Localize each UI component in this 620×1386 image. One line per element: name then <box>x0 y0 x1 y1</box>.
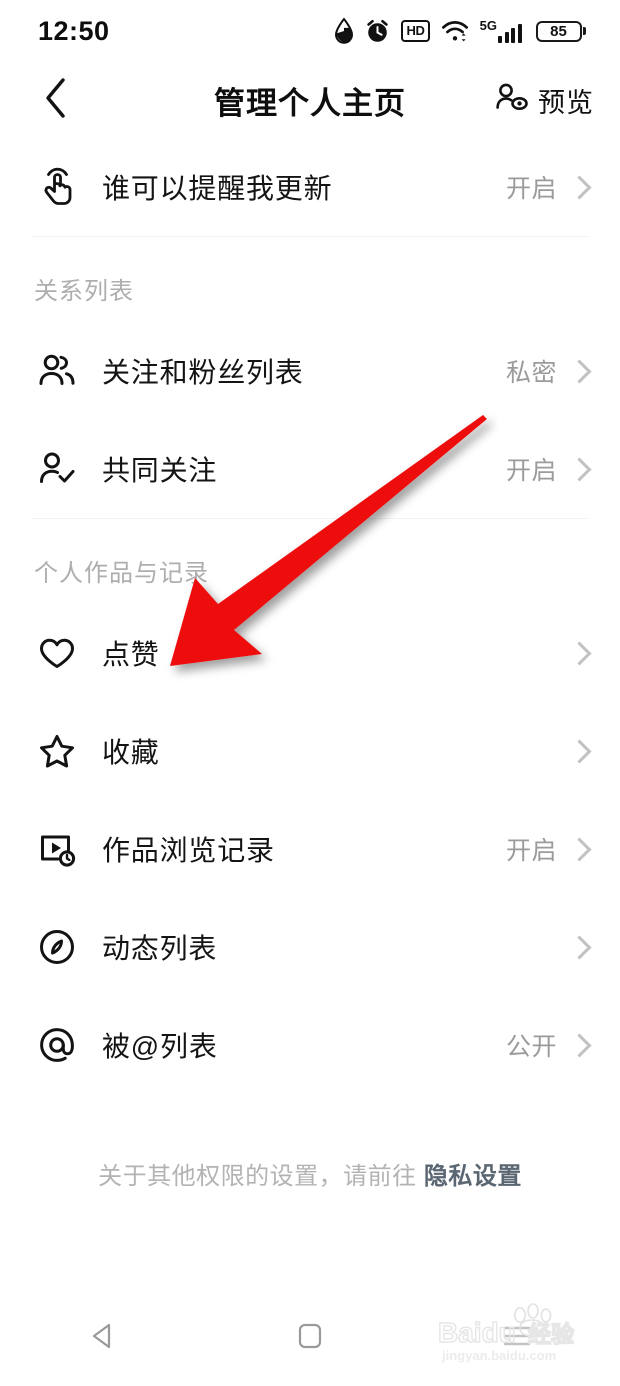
section-title-personal-works: 个人作品与记录 <box>34 560 209 587</box>
phone-screen: 12:50 HD 5G 85 管理个人主页 预览 谁可以提醒我更新 开启 关系列… <box>0 0 620 1386</box>
status-bar: 12:50 HD 5G 85 <box>0 0 620 62</box>
chevron-right-icon <box>567 1032 592 1058</box>
preview-button[interactable]: 预览 <box>495 81 594 120</box>
row-value: 开启 <box>505 457 557 485</box>
nav-home-button[interactable] <box>207 1290 414 1386</box>
android-navigation-bar <box>0 1290 620 1386</box>
chevron-right-icon <box>567 174 592 200</box>
app-bar: 管理个人主页 预览 <box>0 62 620 138</box>
nav-recents-button[interactable] <box>413 1290 620 1386</box>
row-label: 被@列表 <box>102 1031 218 1062</box>
wifi-icon <box>441 19 469 43</box>
status-bar-icons: HD 5G 85 <box>334 18 586 44</box>
chevron-right-icon <box>567 738 592 764</box>
cellular-signal-icon: 5G <box>480 19 522 43</box>
row-favorites[interactable]: 收藏 <box>0 702 620 800</box>
row-who-can-remind-me-to-update[interactable]: 谁可以提醒我更新 开启 <box>0 138 620 236</box>
alarm-clock-icon <box>365 19 390 44</box>
row-likes[interactable]: 点赞 <box>0 604 620 702</box>
row-label: 收藏 <box>102 737 160 768</box>
row-label: 谁可以提醒我更新 <box>102 173 333 204</box>
chevron-right-icon <box>567 358 592 384</box>
two-people-icon <box>34 348 80 394</box>
row-trailing: 私密 <box>506 353 592 389</box>
row-label: 共同关注 <box>102 455 218 486</box>
row-works-browsing-history[interactable]: 作品浏览记录 开启 <box>0 800 620 898</box>
video-history-icon <box>34 826 80 872</box>
square-home-icon <box>296 1322 324 1355</box>
hamburger-recents-icon <box>502 1323 532 1354</box>
row-trailing <box>557 640 592 666</box>
privacy-settings-link[interactable]: 隐私设置 <box>424 1163 522 1190</box>
row-moments-list[interactable]: 动态列表 <box>0 898 620 996</box>
row-label: 点赞 <box>102 639 160 670</box>
row-trailing <box>557 934 592 960</box>
triangle-back-icon <box>88 1321 118 1356</box>
footer-note-text: 关于其他权限的设置，请前往 <box>98 1163 424 1190</box>
person-check-icon <box>34 446 80 492</box>
chevron-left-icon <box>43 77 69 124</box>
row-label: 关注和粉丝列表 <box>102 357 304 388</box>
star-icon <box>34 728 80 774</box>
row-trailing <box>557 738 592 764</box>
hd-icon: HD <box>401 20 430 42</box>
row-trailing: 开启 <box>506 451 592 487</box>
row-value: 公开 <box>505 1033 557 1061</box>
footer-note: 关于其他权限的设置，请前往 隐私设置 <box>0 1156 620 1191</box>
tap-gesture-icon <box>34 164 80 210</box>
row-trailing: 开启 <box>506 169 592 205</box>
back-button[interactable] <box>30 74 82 126</box>
network-type-label: 5G <box>479 18 497 33</box>
at-mention-icon <box>34 1022 80 1068</box>
person-preview-icon <box>495 82 529 119</box>
compass-icon <box>34 924 80 970</box>
status-bar-clock: 12:50 <box>38 15 110 46</box>
row-trailing: 公开 <box>506 1027 592 1063</box>
nav-back-button[interactable] <box>0 1290 207 1386</box>
water-drop-icon <box>334 18 354 44</box>
settings-list: 谁可以提醒我更新 开启 关系列表 关注和粉丝列表 私密 共同关注 开启 个人作品… <box>0 138 620 1094</box>
chevron-right-icon <box>567 836 592 862</box>
row-mutual-follow[interactable]: 共同关注 开启 <box>0 420 620 518</box>
battery-body: 85 <box>535 20 582 42</box>
row-value: 开启 <box>505 837 557 865</box>
row-mentioned-list[interactable]: 被@列表 公开 <box>0 996 620 1094</box>
battery-icon: 85 <box>535 20 586 42</box>
section-title-relationships: 关系列表 <box>34 278 134 305</box>
row-trailing: 开启 <box>506 831 592 867</box>
chevron-right-icon <box>567 456 592 482</box>
row-value: 开启 <box>505 175 557 203</box>
row-label: 动态列表 <box>102 933 218 964</box>
row-value: 私密 <box>505 359 557 387</box>
heart-icon <box>34 630 80 676</box>
row-following-and-followers-list[interactable]: 关注和粉丝列表 私密 <box>0 322 620 420</box>
row-label: 作品浏览记录 <box>102 835 275 866</box>
signal-bars <box>498 24 522 43</box>
chevron-right-icon <box>567 640 592 666</box>
battery-cap <box>583 27 586 35</box>
chevron-right-icon <box>567 934 592 960</box>
battery-level-label: 85 <box>550 22 567 40</box>
preview-label: 预览 <box>538 87 594 118</box>
